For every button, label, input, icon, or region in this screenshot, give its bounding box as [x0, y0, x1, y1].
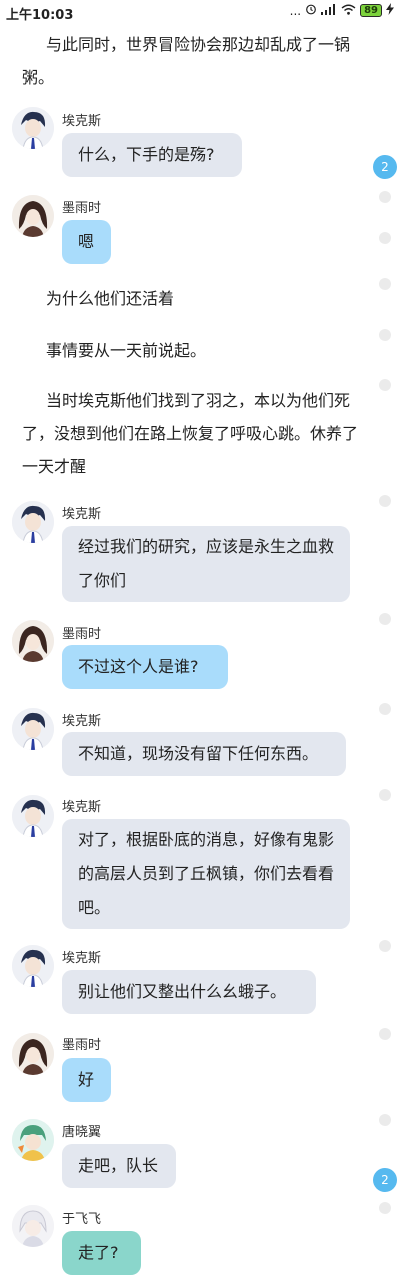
message-bubble[interactable]: 嗯: [62, 220, 111, 264]
narration-text: 事情要从一天前说起。: [46, 341, 207, 360]
comment-dot[interactable]: [379, 940, 391, 952]
avatar-aikesi[interactable]: [12, 945, 54, 987]
comment-dot[interactable]: [379, 789, 391, 801]
speaker-name: 墨雨时: [62, 1038, 102, 1053]
avatar-tangxiaoyi[interactable]: [12, 1119, 54, 1161]
more-dots-icon: ...: [289, 3, 302, 18]
wifi-icon: [341, 4, 356, 18]
speaker-name: 墨雨时: [62, 627, 102, 642]
speaker-name: 埃克斯: [62, 114, 102, 129]
comment-count-badge[interactable]: 2: [373, 155, 397, 179]
speaker-name: 埃克斯: [62, 800, 102, 815]
avatar-moyushi[interactable]: [12, 620, 54, 662]
speaker-name: 唐晓翼: [62, 1125, 102, 1140]
comment-dot[interactable]: [379, 191, 391, 203]
avatar-aikesi[interactable]: [12, 501, 54, 543]
narration-text: 为什么他们还活着: [46, 289, 175, 308]
comment-dot[interactable]: [379, 232, 391, 244]
comment-dot[interactable]: [379, 495, 391, 507]
message-bubble[interactable]: 好: [62, 1058, 111, 1102]
speaker-name: 埃克斯: [62, 714, 102, 729]
avatar-aikesi[interactable]: [12, 107, 54, 149]
message-bubble[interactable]: 走吧，队长: [62, 1144, 176, 1188]
message-bubble[interactable]: 经过我们的研究，应该是永生之血救了你们: [62, 526, 350, 602]
message-bubble[interactable]: 不知道，现场没有留下任何东西。: [62, 732, 346, 776]
speaker-name: 于飞飞: [62, 1212, 102, 1227]
status-icons: ... 89: [290, 3, 394, 18]
signal-icon: [321, 3, 337, 18]
avatar-yufeifei[interactable]: [12, 1205, 54, 1247]
avatar-moyushi[interactable]: [12, 195, 54, 237]
chat-feed[interactable]: 与此同时，世界冒险协会那边却乱成了一锅粥。 埃克斯 什么，下手的是殇? 墨雨时 …: [0, 0, 400, 1280]
comment-dot[interactable]: [379, 613, 391, 625]
message-bubble[interactable]: 什么，下手的是殇?: [62, 133, 242, 177]
narration-text: 与此同时，世界冒险协会那边却乱成了一锅粥。: [22, 35, 351, 87]
comment-dot[interactable]: [379, 1114, 391, 1126]
speaker-name: 埃克斯: [62, 507, 102, 522]
message-bubble[interactable]: 别让他们又整出什么幺蛾子。: [62, 970, 316, 1014]
narration-text: 当时埃克斯他们找到了羽之，本以为他们死了，没想到他们在路上恢复了呼吸心跳。休养了…: [22, 391, 359, 476]
status-time: 上午10:03: [6, 8, 74, 23]
alarm-icon: [305, 3, 317, 18]
charging-icon: [386, 3, 394, 18]
message-bubble[interactable]: 对了，根据卧底的消息，好像有鬼影的高层人员到了丘枫镇，你们去看看吧。: [62, 819, 350, 929]
comment-dot[interactable]: [379, 703, 391, 715]
message-bubble[interactable]: 不过这个人是谁?: [62, 645, 228, 689]
comment-dot[interactable]: [379, 329, 391, 341]
speaker-name: 墨雨时: [62, 201, 102, 216]
comment-count-badge[interactable]: 2: [373, 1168, 397, 1192]
message-bubble[interactable]: 走了?: [62, 1231, 141, 1275]
comment-dot[interactable]: [379, 278, 391, 290]
status-bar: 上午10:03 ... 89: [0, 0, 400, 26]
avatar-aikesi[interactable]: [12, 708, 54, 750]
comment-dot[interactable]: [379, 1028, 391, 1040]
comment-dot[interactable]: [379, 1202, 391, 1214]
comment-dot[interactable]: [379, 379, 391, 391]
avatar-aikesi[interactable]: [12, 795, 54, 837]
speaker-name: 埃克斯: [62, 951, 102, 966]
battery-icon: 89: [360, 4, 382, 17]
avatar-moyushi[interactable]: [12, 1033, 54, 1075]
